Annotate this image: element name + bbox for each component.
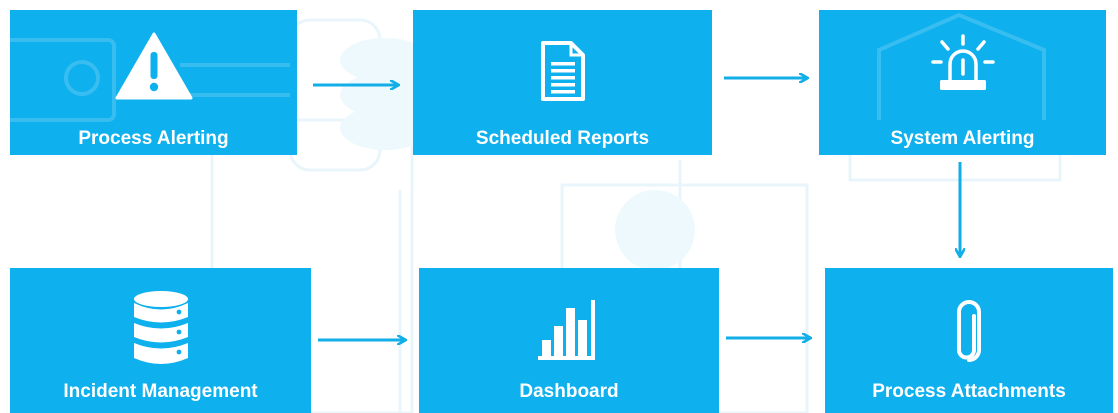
database-icon	[133, 291, 188, 364]
bar-chart-icon	[538, 300, 595, 360]
node-label: Process Alerting	[78, 128, 229, 149]
node-label: Dashboard	[519, 381, 619, 402]
node-label: System Alerting	[890, 128, 1035, 149]
diagram-canvas: Process Alerting Scheduled Reports Syste…	[0, 0, 1118, 413]
node-label: Process Attachments	[872, 381, 1066, 402]
node-scheduled-reports: Scheduled Reports	[413, 10, 712, 155]
node-dashboard: Dashboard	[419, 268, 719, 413]
siren-light-icon	[930, 34, 995, 90]
document-icon	[540, 41, 585, 101]
node-incident-management: Incident Management	[10, 268, 311, 413]
node-process-attachments: Process Attachments	[825, 268, 1113, 413]
node-label: Scheduled Reports	[475, 128, 650, 149]
node-process-alerting: Process Alerting	[10, 10, 297, 155]
node-system-alerting: System Alerting	[819, 10, 1106, 155]
node-label: Incident Management	[63, 381, 258, 402]
paperclip-icon	[957, 300, 981, 362]
warning-triangle-icon	[115, 32, 192, 100]
